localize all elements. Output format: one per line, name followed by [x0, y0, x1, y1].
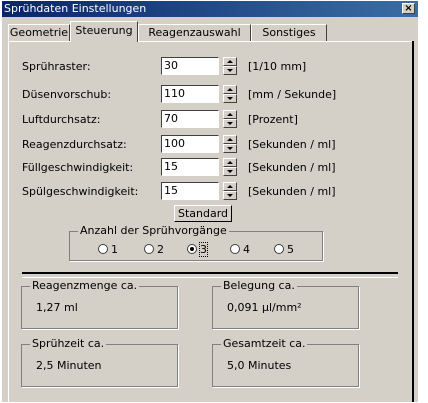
spin-up-icon[interactable] — [223, 57, 237, 66]
spin-up-icon[interactable] — [223, 110, 237, 119]
spin-down-icon[interactable] — [223, 167, 237, 176]
spray-time-label: Sprühzeit ca. — [30, 337, 107, 350]
duesenvorschub-spinner[interactable] — [223, 85, 237, 103]
radio-icon[interactable] — [230, 244, 240, 254]
spin-down-icon[interactable] — [223, 144, 237, 153]
spray-count-group: Anzahl der Sprühvorgänge 1 2 3 4 5 — [69, 224, 323, 261]
standard-button[interactable]: Standard — [174, 205, 232, 222]
spin-up-icon[interactable] — [223, 182, 237, 191]
fuellgeschwindigkeit-input[interactable]: 15 — [161, 158, 219, 176]
panel-right-edge — [412, 41, 414, 402]
field-unit: [mm / Sekunde] — [248, 88, 337, 101]
total-time-group: Gesamtzeit ca. 5,0 Minutes — [212, 337, 359, 387]
radio-icon[interactable] — [98, 244, 108, 254]
spin-down-icon[interactable] — [223, 94, 237, 103]
field-unit: [Sekunden / ml] — [248, 185, 336, 198]
radio-option-1[interactable]: 1 — [98, 243, 118, 256]
field-label-fuellgeschwindigkeit: Füllgeschwindigkeit: — [22, 161, 134, 174]
field-label-luftdurchsatz: Luftdurchsatz: — [22, 113, 101, 126]
reagent-amount-group: Reagenzmenge ca. 1,27 ml — [21, 279, 178, 329]
spuelgeschwindigkeit-spinner[interactable] — [223, 182, 237, 200]
duesenvorschub-input[interactable]: 110 — [161, 85, 219, 103]
radio-label: 4 — [243, 243, 250, 256]
field-unit: [Sekunden / ml] — [248, 161, 336, 174]
section-divider — [22, 272, 398, 278]
field-label-spruehraster: Sprühraster: — [22, 60, 91, 73]
luftdurchsatz-spinner[interactable] — [223, 110, 237, 128]
tab-sonstiges[interactable]: Sonstiges — [251, 24, 327, 41]
coverage-group: Belegung ca. 0,091 µl/mm² — [212, 279, 359, 329]
radio-label: 1 — [111, 243, 118, 256]
field-label-duesenvorschub: Düsenvorschub: — [22, 88, 112, 101]
close-button[interactable]: × — [402, 3, 415, 14]
tab-reagenzauswahl[interactable]: Reagenzauswahl — [138, 24, 251, 41]
field-unit: [1/10 mm] — [248, 60, 307, 73]
spray-count-label: Anzahl der Sprühvorgänge — [78, 224, 229, 237]
field-label-reagenzdurchsatz: Reagenzdurchsatz: — [22, 138, 127, 151]
title-bar[interactable]: Sprühdaten Einstellungen × — [2, 1, 418, 17]
spin-down-icon[interactable] — [223, 191, 237, 200]
window-title: Sprühdaten Einstellungen — [4, 2, 147, 15]
spin-up-icon[interactable] — [223, 158, 237, 167]
spuelgeschwindigkeit-input[interactable]: 15 — [161, 182, 219, 200]
spin-down-icon[interactable] — [223, 119, 237, 128]
spray-time-group: Sprühzeit ca. 2,5 Minuten — [21, 337, 178, 387]
reagenzdurchsatz-spinner[interactable] — [223, 135, 237, 153]
radio-label: 5 — [287, 243, 294, 256]
total-time-value: 5,0 Minutes — [227, 359, 292, 372]
spin-up-icon[interactable] — [223, 135, 237, 144]
radio-icon[interactable] — [144, 244, 154, 254]
tab-steuerung[interactable]: Steuerung — [70, 21, 138, 42]
spin-down-icon[interactable] — [223, 66, 237, 75]
spruehraster-spinner[interactable] — [223, 57, 237, 75]
radio-option-5[interactable]: 5 — [274, 243, 294, 256]
radio-selected-icon[interactable] — [187, 244, 197, 254]
spin-up-icon[interactable] — [223, 85, 237, 94]
radio-option-3[interactable]: 3 — [187, 242, 208, 257]
reagent-amount-value: 1,27 ml — [36, 301, 78, 314]
settings-window: Sprühdaten Einstellungen × Geometrie Ste… — [2, 1, 418, 402]
field-unit: [Sekunden / ml] — [248, 138, 336, 151]
coverage-value: 0,091 µl/mm² — [227, 301, 302, 314]
radio-option-2[interactable]: 2 — [144, 243, 164, 256]
luftdurchsatz-input[interactable]: 70 — [161, 110, 219, 128]
fuellgeschwindigkeit-spinner[interactable] — [223, 158, 237, 176]
close-icon: × — [404, 3, 413, 14]
radio-label: 2 — [157, 243, 164, 256]
radio-option-4[interactable]: 4 — [230, 243, 250, 256]
coverage-label: Belegung ca. — [221, 279, 297, 292]
radio-icon[interactable] — [274, 244, 284, 254]
total-time-label: Gesamtzeit ca. — [221, 337, 308, 350]
field-unit: [Prozent] — [248, 113, 298, 126]
reagent-amount-label: Reagenzmenge ca. — [30, 279, 140, 292]
radio-label: 3 — [199, 242, 208, 257]
field-label-spuelgeschwindigkeit: Spülgeschwindigkeit: — [22, 185, 139, 198]
reagenzdurchsatz-input[interactable]: 100 — [161, 135, 219, 153]
spray-time-value: 2,5 Minuten — [36, 359, 102, 372]
spruehraster-input[interactable]: 30 — [161, 57, 219, 75]
tab-geometrie[interactable]: Geometrie — [8, 24, 70, 41]
